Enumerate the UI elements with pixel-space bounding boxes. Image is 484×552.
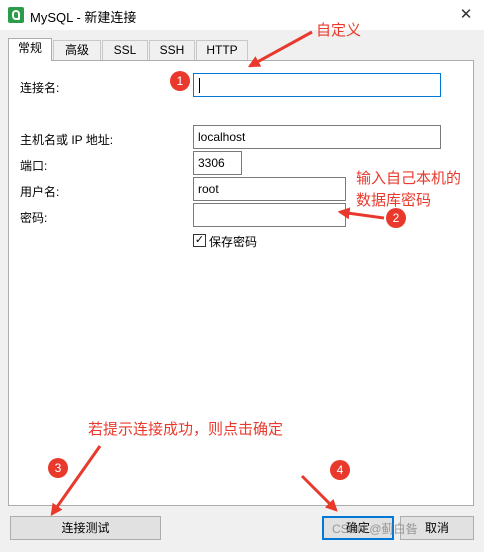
arrow-to-ok — [300, 474, 338, 512]
annotation-arrows — [50, 30, 385, 516]
annotation-password-line1: 输入自己本机的 — [356, 170, 462, 187]
annotation-badge-3: 3 — [48, 458, 68, 478]
annotation-badge-2: 2 — [386, 208, 406, 228]
tab-general[interactable]: 常规 — [8, 38, 52, 61]
watermark: CSDN @蓟白昝 — [332, 522, 418, 536]
annotation-badge-1: 1 — [170, 71, 190, 91]
annotation-custom-text: 自定义 — [316, 22, 362, 39]
arrow-to-connection-name — [247, 30, 313, 68]
annotation-success-text: 若提示连接成功，则点击确定 — [88, 421, 284, 438]
annotation-badge-4: 4 — [330, 460, 350, 480]
arrow-to-test-connection — [50, 445, 102, 516]
arrow-to-password — [337, 207, 385, 220]
